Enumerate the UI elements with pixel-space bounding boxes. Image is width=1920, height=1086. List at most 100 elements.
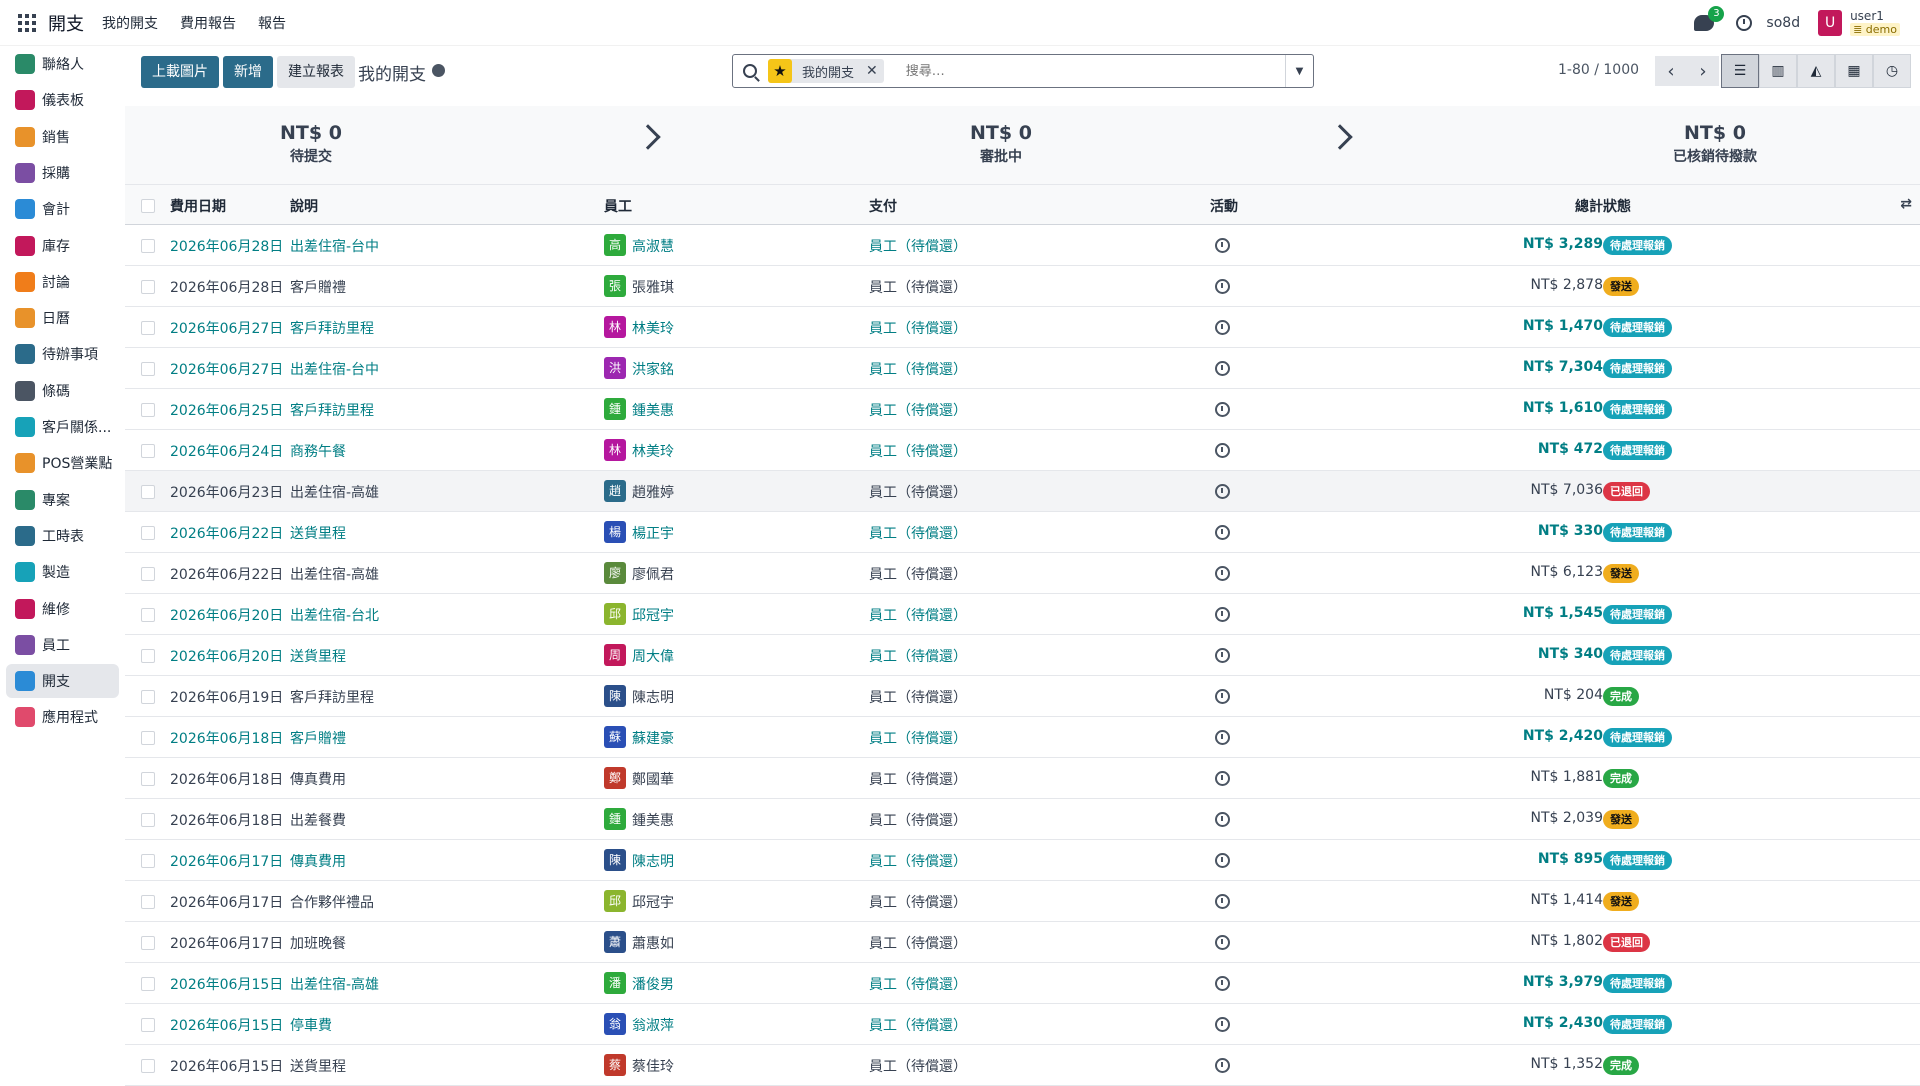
table-row[interactable]: 2026年06月27日 出差住宿-台中 洪洪家銘 員工（待償還） NT$ 7,304 待處… (125, 348, 1920, 389)
activity-clock-icon[interactable] (1215, 853, 1230, 868)
app-brand[interactable]: 開支 (48, 10, 84, 36)
search-input[interactable] (905, 63, 1286, 79)
activity-clock-icon[interactable] (1215, 607, 1230, 622)
company-switcher[interactable]: so8d (1766, 15, 1800, 31)
table-row[interactable]: 2026年06月22日 出差住宿-高雄 廖廖佩君 員工（待償還） NT$ 6,123 發送 (125, 553, 1920, 594)
column-status[interactable]: 狀態 (1603, 196, 1631, 216)
sidebar-item[interactable]: 討論 (6, 265, 119, 299)
stage-to-submit[interactable]: NT$ 0 待提交 (221, 122, 401, 166)
menu-reporting[interactable]: 報告 (258, 13, 286, 33)
list-view-icon[interactable]: ☰ (1721, 54, 1759, 88)
column-settings-icon[interactable]: ⇄ (1900, 196, 1912, 212)
table-row[interactable]: 2026年06月28日 出差住宿-台中 高高淑慧 員工（待償還） NT$ 3,289 待處… (125, 225, 1920, 266)
row-checkbox[interactable] (141, 772, 155, 786)
table-row[interactable]: 2026年06月22日 送貨里程 楊楊正宇 員工（待償還） NT$ 330 待處理報銷 (125, 512, 1920, 553)
column-employee[interactable]: 員工 (604, 196, 632, 216)
menu-my-expenses[interactable]: 我的開支 (102, 13, 158, 33)
row-checkbox[interactable] (141, 403, 155, 417)
activity-clock-icon[interactable] (1215, 279, 1230, 294)
column-total[interactable]: 總計 (1575, 196, 1603, 216)
sidebar-item[interactable]: 銷售 (6, 120, 119, 154)
table-row[interactable]: 2026年06月28日 客戶贈禮 張張雅琪 員工（待償還） NT$ 2,878 發送 (125, 266, 1920, 307)
sidebar-item[interactable]: 會計 (6, 192, 119, 226)
sidebar-item[interactable]: 專案 (6, 483, 119, 517)
row-checkbox[interactable] (141, 485, 155, 499)
close-icon[interactable]: ✕ (866, 63, 878, 79)
row-checkbox[interactable] (141, 567, 155, 581)
row-checkbox[interactable] (141, 731, 155, 745)
row-checkbox[interactable] (141, 321, 155, 335)
row-checkbox[interactable] (141, 444, 155, 458)
kanban-view-icon[interactable]: ▥ (1759, 54, 1797, 88)
sidebar-item[interactable]: 應用程式 (6, 700, 119, 734)
table-row[interactable]: 2026年06月18日 傳真費用 鄭鄭國華 員工（待償還） NT$ 1,881 完成 (125, 758, 1920, 799)
activity-view-icon[interactable]: ◷ (1873, 54, 1911, 88)
chevron-left-icon[interactable]: ‹ (1655, 56, 1687, 86)
table-row[interactable]: 2026年06月17日 合作夥伴禮品 邱邱冠宇 員工（待償還） NT$ 1,414 發送 (125, 881, 1920, 922)
row-checkbox[interactable] (141, 649, 155, 663)
sidebar-item[interactable]: 開支 (6, 664, 119, 699)
activity-clock-icon[interactable] (1215, 812, 1230, 827)
activity-clock-icon[interactable] (1215, 443, 1230, 458)
create-report-button[interactable]: 建立報表 (277, 56, 355, 88)
pager-value[interactable]: 1-80 / 1000 (1558, 62, 1639, 78)
sidebar-item[interactable]: 條碼 (6, 374, 119, 408)
row-checkbox[interactable] (141, 280, 155, 294)
select-all-checkbox[interactable] (141, 199, 155, 213)
stage-under-validation[interactable]: NT$ 0 審批中 (911, 122, 1091, 166)
sidebar-item[interactable]: 員工 (6, 628, 119, 662)
activity-clock-icon[interactable] (1215, 935, 1230, 950)
row-checkbox[interactable] (141, 895, 155, 909)
activity-clock-icon[interactable] (1215, 1058, 1230, 1073)
row-checkbox[interactable] (141, 813, 155, 827)
row-checkbox[interactable] (141, 936, 155, 950)
row-checkbox[interactable] (141, 1018, 155, 1032)
row-checkbox[interactable] (141, 239, 155, 253)
pivot-view-icon[interactable]: ▦ (1835, 54, 1873, 88)
sidebar-item[interactable]: 儀表板 (6, 83, 119, 117)
activity-clock-icon[interactable] (1736, 15, 1753, 31)
row-checkbox[interactable] (141, 362, 155, 376)
column-payment[interactable]: 支付 (869, 196, 897, 216)
chevron-right-icon[interactable]: › (1687, 56, 1719, 86)
new-button[interactable]: 新增 (223, 56, 273, 88)
graph-view-icon[interactable]: ◭ (1797, 54, 1835, 88)
activity-clock-icon[interactable] (1215, 361, 1230, 376)
column-date[interactable]: 費用日期 (170, 196, 226, 216)
column-activity[interactable]: 活動 (1210, 196, 1238, 216)
column-description[interactable]: 說明 (290, 196, 318, 216)
sidebar-item[interactable]: 庫存 (6, 229, 119, 263)
table-row[interactable]: 2026年06月24日 商務午餐 林林美玲 員工（待償還） NT$ 472 待處理報銷 (125, 430, 1920, 471)
caret-down-icon[interactable]: ▼ (1285, 55, 1313, 87)
activity-clock-icon[interactable] (1215, 525, 1230, 540)
activity-clock-icon[interactable] (1215, 1017, 1230, 1032)
sidebar-item[interactable]: 待辦事項 (6, 337, 119, 371)
activity-clock-icon[interactable] (1215, 320, 1230, 335)
sidebar-item[interactable]: 製造 (6, 555, 119, 589)
table-row[interactable]: 2026年06月20日 送貨里程 周周大偉 員工（待償還） NT$ 340 待處理報銷 (125, 635, 1920, 676)
sidebar-item[interactable]: 採購 (6, 156, 119, 190)
row-checkbox[interactable] (141, 690, 155, 704)
row-checkbox[interactable] (141, 526, 155, 540)
upload-image-button[interactable]: 上載圖片 (141, 56, 219, 88)
activity-clock-icon[interactable] (1215, 689, 1230, 704)
activity-clock-icon[interactable] (1215, 976, 1230, 991)
activity-clock-icon[interactable] (1215, 648, 1230, 663)
menu-expense-reports[interactable]: 費用報告 (180, 13, 236, 33)
table-row[interactable]: 2026年06月17日 加班晚餐 蕭蕭惠如 員工（待償還） NT$ 1,802 已退回 (125, 922, 1920, 963)
table-row[interactable]: 2026年06月15日 停車費 翁翁淑萍 員工（待償還） NT$ 2,430 待處理報銷 (125, 1004, 1920, 1045)
table-row[interactable]: 2026年06月23日 出差住宿-高雄 趙趙雅婷 員工（待償還） NT$ 7,036 已退… (125, 471, 1920, 512)
sidebar-item[interactable]: 工時表 (6, 519, 119, 553)
activity-clock-icon[interactable] (1215, 730, 1230, 745)
user-menu[interactable]: user1 ≣ demo (1850, 10, 1900, 36)
table-row[interactable]: 2026年06月20日 出差住宿-台北 邱邱冠宇 員工（待償還） NT$ 1,545 待處… (125, 594, 1920, 635)
row-checkbox[interactable] (141, 977, 155, 991)
row-checkbox[interactable] (141, 854, 155, 868)
row-checkbox[interactable] (141, 1059, 155, 1073)
sidebar-item[interactable]: 聯絡人 (6, 47, 119, 81)
search-icon[interactable] (743, 64, 757, 78)
table-row[interactable]: 2026年06月25日 客戶拜訪里程 鍾鍾美惠 員工（待償還） NT$ 1,610 待處理… (125, 389, 1920, 430)
table-row[interactable]: 2026年06月18日 客戶贈禮 蘇蘇建豪 員工（待償還） NT$ 2,420 待處理報銷 (125, 717, 1920, 758)
stage-to-reimburse[interactable]: NT$ 0 已核銷待撥款 (1625, 122, 1805, 166)
activity-clock-icon[interactable] (1215, 238, 1230, 253)
